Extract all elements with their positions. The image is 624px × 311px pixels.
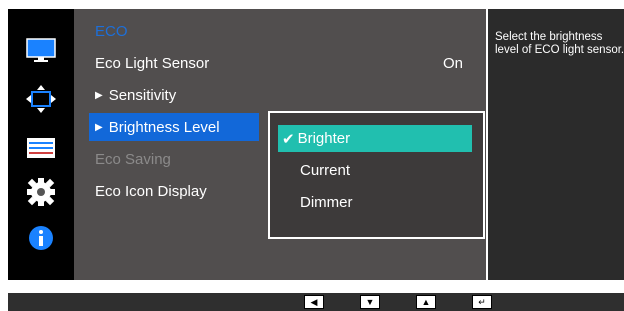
menu-item-brightness-level[interactable]: ▶ Brightness Level — [89, 113, 259, 141]
menu-item-label: Eco Light Sensor — [95, 54, 210, 72]
help-panel: Select the brightness level of ECO light… — [486, 9, 624, 280]
option-label: Current — [300, 162, 351, 179]
help-text: Select the brightness level of ECO light… — [495, 31, 624, 56]
menu-item-value: On — [442, 54, 463, 72]
info-icon[interactable] — [25, 223, 57, 253]
brightness-level-submenu: ✔ Brighter Current Dimmer — [268, 111, 485, 239]
menu-title: ECO — [95, 23, 128, 40]
left-arrow-icon[interactable]: ◀ — [304, 295, 324, 309]
menu-item-sensitivity[interactable]: ▶ Sensitivity — [89, 81, 487, 109]
menu-item-label: Eco Saving — [95, 150, 171, 168]
menu-item-label: Eco Icon Display — [95, 182, 207, 200]
menu-item-eco-light-sensor[interactable]: Eco Light Sensor On — [89, 49, 487, 77]
enter-icon[interactable]: ↵ — [472, 295, 492, 309]
option-label: Dimmer — [300, 194, 353, 211]
up-arrow-icon[interactable]: ▲ — [416, 295, 436, 309]
down-arrow-icon[interactable]: ▼ — [360, 295, 380, 309]
menu-item-label: Brightness Level — [108, 118, 220, 136]
size-position-icon[interactable] — [25, 84, 57, 114]
gear-icon[interactable] — [25, 177, 57, 207]
osd-window: ECO Eco Light Sensor On ▶ Sensitivity ▶ … — [8, 9, 624, 280]
option-label: Brighter — [297, 130, 351, 147]
option-brighter[interactable]: ✔ Brighter — [278, 125, 472, 152]
checkmark-icon: ✔ — [282, 130, 295, 148]
triangle-right-icon: ▶ — [95, 121, 103, 133]
sidebar — [8, 9, 74, 280]
triangle-right-icon: ▶ — [95, 89, 103, 101]
monitor-icon[interactable] — [25, 36, 57, 66]
option-current[interactable]: Current — [278, 157, 472, 184]
option-dimmer[interactable]: Dimmer — [278, 189, 472, 216]
menu-item-label: Sensitivity — [108, 86, 177, 104]
nav-bar: ◀ ▼ ▲ ↵ — [8, 293, 624, 311]
setup-reset-icon[interactable] — [25, 133, 57, 163]
